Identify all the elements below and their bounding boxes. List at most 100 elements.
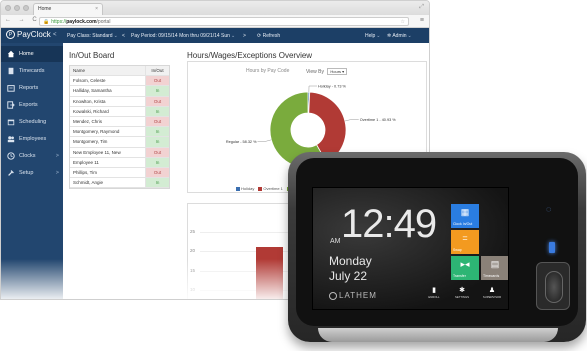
chevron-right-icon: > <box>55 153 59 159</box>
employee-name: Halliday, Samantha <box>73 88 112 94</box>
pay-class-label: Pay Class: Standard <box>67 33 113 39</box>
url-path: /portal <box>96 19 111 25</box>
sidebar-item-label: Reports <box>19 85 39 91</box>
sidebar-item-home[interactable]: Home <box>1 46 63 62</box>
supervisor-icon: ♟ <box>488 287 496 294</box>
sidebar-item-exports[interactable]: Exports <box>1 97 63 113</box>
settings-button[interactable]: ✱ SETTINGS <box>451 287 473 299</box>
pay-period-label: Pay Period: 09/15/14 Mon thru 09/21/14 S… <box>131 33 230 39</box>
sidebar-item-employees[interactable]: Employees <box>1 131 63 147</box>
table-row[interactable]: Montgomery, Raymond In <box>70 127 169 138</box>
in-out-board-title: In/Out Board <box>69 51 115 60</box>
table-row[interactable]: Kowalski, Richard In <box>70 106 169 117</box>
sidebar-item-label: Clocks <box>19 153 36 159</box>
supervisor-button[interactable]: ♟ SUPERVISOR <box>481 287 503 299</box>
refresh-button[interactable]: ⟳ Refresh <box>257 33 280 39</box>
wrench-icon <box>8 169 14 176</box>
url-host: paylock.com <box>66 19 97 25</box>
sidebar-item-timecards[interactable]: Timecards <box>1 63 63 79</box>
legend-item[interactable]: Overtime 1 <box>258 186 283 191</box>
table-row[interactable]: Halliday, Samantha In <box>70 86 169 97</box>
column-header-status[interactable]: In/Out <box>145 66 169 76</box>
legend-item[interactable]: Holiday <box>236 186 254 191</box>
employee-name: New Employee 11, New <box>73 149 121 155</box>
status-badge: In <box>145 86 169 96</box>
legend-label: Holiday <box>241 186 255 191</box>
status-badge: In <box>145 106 169 116</box>
table-row[interactable]: Montgomery, Tim In <box>70 137 169 148</box>
calendar-icon <box>7 119 15 125</box>
overview-title: Hours/Wages/Exceptions Overview <box>187 51 313 60</box>
timecard-icon: ▤ <box>490 259 500 269</box>
navigation-bar: ← → C 🔒 https://paylock.com/portal ☆ ≡ <box>1 15 429 28</box>
table-row[interactable]: Folsom, Celeste Out <box>70 76 169 87</box>
status-badge: In <box>145 137 169 147</box>
lathem-logo: LATHEM <box>329 291 377 300</box>
pay-period-dropdown[interactable]: Pay Period: 09/15/14 Mon thru 09/21/14 S… <box>131 33 235 39</box>
employee-name: Folsom, Celeste <box>73 78 106 84</box>
swap-tile[interactable]: = Swap <box>451 230 479 254</box>
users-icon <box>7 135 15 142</box>
browser-tab[interactable]: Home × <box>33 3 103 15</box>
clock-day: Monday <box>329 254 372 268</box>
legend-swatch <box>236 186 240 191</box>
enroll-icon: ▮ <box>432 287 436 294</box>
sidebar-item-scheduling[interactable]: Scheduling <box>1 114 63 130</box>
app-header: P PayClock < Pay Class: Standard⌄ < Pay P… <box>1 28 429 43</box>
address-bar[interactable]: 🔒 https://paylock.com/portal ☆ <box>39 17 409 26</box>
tab-close-icon[interactable]: × <box>95 4 98 15</box>
timecards-tile[interactable]: ▤ Timecards <box>481 256 508 280</box>
fingerprint-reader[interactable] <box>536 262 570 310</box>
proximity-badge-icon: ◌ <box>546 204 552 214</box>
sidebar-item-label: Timecards <box>19 68 45 74</box>
table-row[interactable]: Knowlton, Krista Out <box>70 96 169 107</box>
transfer-tile[interactable]: ▸◂ Transfer <box>451 256 479 280</box>
admin-menu[interactable]: ✲ Admin⌄ <box>387 33 412 39</box>
employee-name: Employee 11 <box>73 159 99 165</box>
table-row[interactable]: Mendez, Chris Out <box>70 116 169 128</box>
device-screen: AM 12:49 Monday July 22 LATHEM ▦ Clock In… <box>312 187 509 310</box>
browser-menu-icon[interactable]: ≡ <box>420 17 424 24</box>
collapse-sidebar-icon[interactable]: < <box>53 32 57 38</box>
status-badge: In <box>145 157 169 167</box>
gear-icon: ✲ <box>387 33 392 39</box>
status-badge: Out <box>145 116 169 127</box>
sidebar-item-reports[interactable]: Reports <box>1 80 63 96</box>
tab-title: Home <box>38 6 52 12</box>
sidebar-item-clocks[interactable]: Clocks > <box>1 148 63 164</box>
enroll-button[interactable]: ▮ ENROLL <box>423 287 445 299</box>
status-badge: Out <box>145 96 169 106</box>
table-row[interactable]: New Employee 11, New Out <box>70 147 169 158</box>
column-header-name[interactable]: Name <box>70 66 145 75</box>
back-forward-reload-buttons[interactable]: ← → C <box>5 17 40 23</box>
help-menu[interactable]: Help⌄ <box>365 33 381 39</box>
table-row[interactable]: Phillips, Tim Out <box>70 167 169 179</box>
sidebar-item-label: Scheduling <box>19 119 47 125</box>
employee-name: Knowlton, Krista <box>73 98 106 104</box>
employee-name: Mendez, Chris <box>73 118 103 124</box>
legend-label: Overtime 1 <box>263 186 283 191</box>
employee-name: Montgomery, Raymond <box>73 129 120 135</box>
tile-label: Swap <box>453 248 462 252</box>
table-row[interactable]: Employee 11 In <box>70 157 169 168</box>
timecard-icon <box>8 67 14 74</box>
status-badge: Out <box>145 167 169 178</box>
reports-icon <box>7 84 15 92</box>
next-period-button[interactable]: > <box>243 33 246 39</box>
sidebar-item-setup[interactable]: Setup > <box>1 165 63 181</box>
gear-icon: ✱ <box>459 287 465 294</box>
home-icon <box>7 50 15 57</box>
slice-leader-line <box>344 119 359 122</box>
bookmark-star-icon[interactable]: ☆ <box>401 18 405 26</box>
url-scheme: https:// <box>51 19 67 25</box>
fullscreen-icon[interactable]: ⤢ <box>419 4 424 11</box>
slice-leader-line <box>308 85 318 93</box>
payclock-logo[interactable]: P PayClock <box>6 30 51 39</box>
prev-period-button[interactable]: < <box>122 33 125 39</box>
window-controls[interactable] <box>5 5 29 11</box>
table-row[interactable]: Schmidt, Angie In <box>70 178 169 189</box>
clock-in-out-tile[interactable]: ▦ Clock In/Out <box>451 204 479 228</box>
pay-class-dropdown[interactable]: Pay Class: Standard⌄ <box>67 33 118 39</box>
legend-swatch <box>258 186 263 191</box>
slice-label: Regular - 58.32 % <box>226 140 257 144</box>
